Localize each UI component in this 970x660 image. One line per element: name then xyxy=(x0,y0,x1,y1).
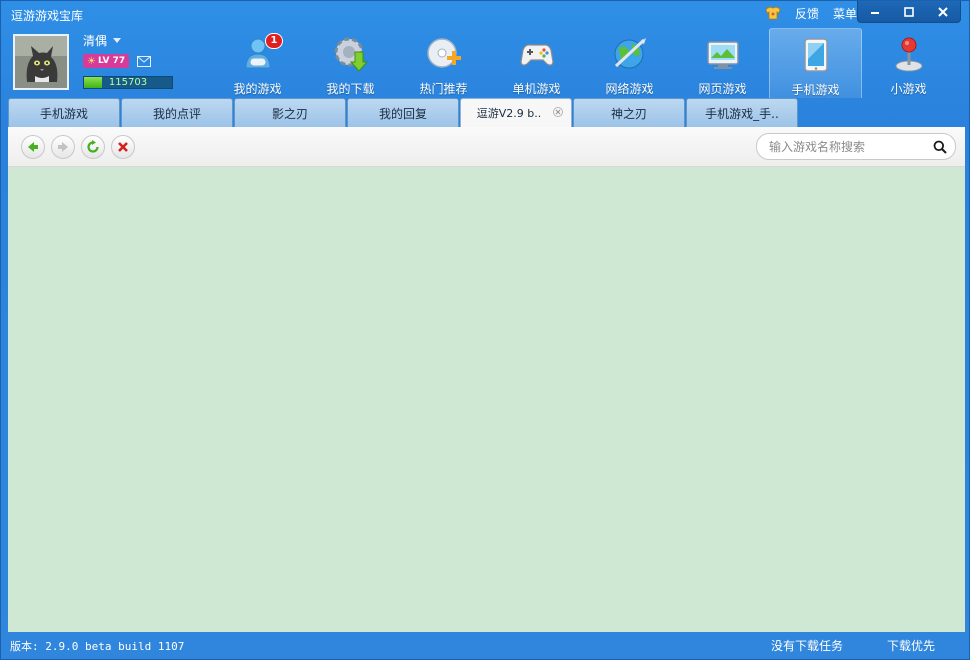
tab-my-replies[interactable]: 我的回复 xyxy=(347,98,459,127)
username: 清偶 xyxy=(83,34,108,48)
arrow-left-icon xyxy=(28,142,38,152)
exp-value: 115703 xyxy=(108,77,148,88)
search-input[interactable] xyxy=(769,138,929,156)
tab-label: 手机游戏_手.. xyxy=(705,106,779,121)
search-box xyxy=(756,133,956,160)
feedback-link[interactable]: 反馈 xyxy=(795,5,819,22)
nav-label: 我的下载 xyxy=(326,82,375,96)
top-links: 反馈 菜单 xyxy=(765,4,857,22)
username-row[interactable]: 清偶 xyxy=(83,32,122,49)
gamepad-icon xyxy=(517,34,557,74)
download-gear-icon xyxy=(331,34,371,74)
sun-icon: ☀ xyxy=(87,55,96,67)
badge-row: ☀ LV 77 xyxy=(83,54,152,68)
tab-my-reviews[interactable]: 我的点评 xyxy=(121,98,233,127)
app-title: 逗游游戏宝库 xyxy=(11,9,84,23)
exp-bar: 115703 xyxy=(83,76,173,89)
nav-label: 热门推荐 xyxy=(419,82,468,96)
tab-close-icon[interactable] xyxy=(553,107,563,117)
tab-label: 我的点评 xyxy=(152,106,201,121)
nav-single-player[interactable]: 单机游戏 xyxy=(490,28,583,98)
nav-mini-games[interactable]: 小游戏 xyxy=(862,28,955,98)
stop-x-icon xyxy=(118,142,128,152)
tab-label: 手机游戏 xyxy=(39,106,88,121)
tab-bar: 手机游戏 我的点评 影之刃 我的回复 逗游V2.9 b.. 神之刃 手机游戏_手… xyxy=(8,98,799,127)
status-actions: 没有下载任务 下载优先 xyxy=(771,637,935,654)
nav-label: 我的游戏 xyxy=(233,82,282,96)
maximize-button[interactable] xyxy=(892,1,926,22)
download-tasks-link[interactable]: 没有下载任务 xyxy=(771,637,843,654)
window-controls xyxy=(857,1,961,23)
hot-recommend-disc-icon xyxy=(424,34,464,74)
mail-icon[interactable] xyxy=(137,55,152,67)
cat-avatar-icon xyxy=(15,36,67,88)
chevron-down-icon[interactable] xyxy=(113,38,122,43)
level-badge: ☀ LV 77 xyxy=(83,54,130,68)
skin-shirt-icon[interactable] xyxy=(765,6,781,20)
close-icon xyxy=(938,6,948,17)
tab-label: 神之刃 xyxy=(610,106,647,121)
stop-button[interactable] xyxy=(111,135,135,159)
tab-shadow-blade[interactable]: 影之刃 xyxy=(234,98,346,127)
main-nav: 1 我的游戏 我的下载 热门推荐 单机游戏 网络游戏 网页游戏 手机游戏 小游戏 xyxy=(211,28,955,98)
tab-label: 影之刃 xyxy=(271,106,308,121)
nav-label: 手机游戏 xyxy=(791,83,840,97)
web-game-icon xyxy=(703,34,743,74)
title-bar: 逗游游戏宝库 反馈 菜单 xyxy=(1,1,969,27)
browser-toolbar xyxy=(8,127,965,167)
forward-button[interactable] xyxy=(51,135,75,159)
refresh-button[interactable] xyxy=(81,135,105,159)
nav-web-games[interactable]: 网页游戏 xyxy=(676,28,769,98)
tab-label: 我的回复 xyxy=(378,106,427,121)
globe-icon xyxy=(610,34,650,74)
maximize-icon xyxy=(904,6,914,17)
content-area xyxy=(8,167,965,632)
nav-online-games[interactable]: 网络游戏 xyxy=(583,28,676,98)
tab-douyou-release[interactable]: 逗游V2.9 b.. xyxy=(460,98,572,127)
avatar[interactable] xyxy=(13,34,69,90)
version-text: 版本: 2.9.0 beta build 1107 xyxy=(10,640,185,653)
minimize-button[interactable] xyxy=(858,1,892,22)
nav-label: 单机游戏 xyxy=(512,82,561,96)
mobile-phone-icon xyxy=(796,35,836,75)
nav-label: 网络游戏 xyxy=(605,82,654,96)
download-priority-link[interactable]: 下载优先 xyxy=(887,637,935,654)
tab-mobile-games[interactable]: 手机游戏 xyxy=(8,98,120,127)
close-button[interactable] xyxy=(926,1,960,22)
status-bar: 版本: 2.9.0 beta build 1107 没有下载任务 下载优先 xyxy=(1,633,969,659)
search-icon[interactable] xyxy=(933,140,947,154)
tab-god-blade[interactable]: 神之刃 xyxy=(573,98,685,127)
nav-my-games[interactable]: 1 我的游戏 xyxy=(211,28,304,98)
level-text: LV 77 xyxy=(97,56,126,66)
refresh-icon xyxy=(87,140,99,153)
nav-label: 网页游戏 xyxy=(698,82,747,96)
app-window: 逗游游戏宝库 反馈 菜单 清偶 ☀ LV 77 115703 1 我的游戏 我的… xyxy=(0,0,970,660)
arrow-right-icon xyxy=(58,142,68,152)
notification-badge: 1 xyxy=(265,33,283,49)
minimize-icon xyxy=(871,11,879,14)
menu-link[interactable]: 菜单 xyxy=(833,5,857,22)
nav-mobile-games[interactable]: 手机游戏 xyxy=(769,28,862,98)
nav-label: 小游戏 xyxy=(890,82,927,96)
back-button[interactable] xyxy=(21,135,45,159)
joystick-icon xyxy=(889,34,929,74)
tab-label: 逗游V2.9 b.. xyxy=(476,107,542,120)
nav-hot-recommend[interactable]: 热门推荐 xyxy=(397,28,490,98)
nav-my-downloads[interactable]: 我的下载 xyxy=(304,28,397,98)
tab-mobile-games-2[interactable]: 手机游戏_手.. xyxy=(686,98,798,127)
